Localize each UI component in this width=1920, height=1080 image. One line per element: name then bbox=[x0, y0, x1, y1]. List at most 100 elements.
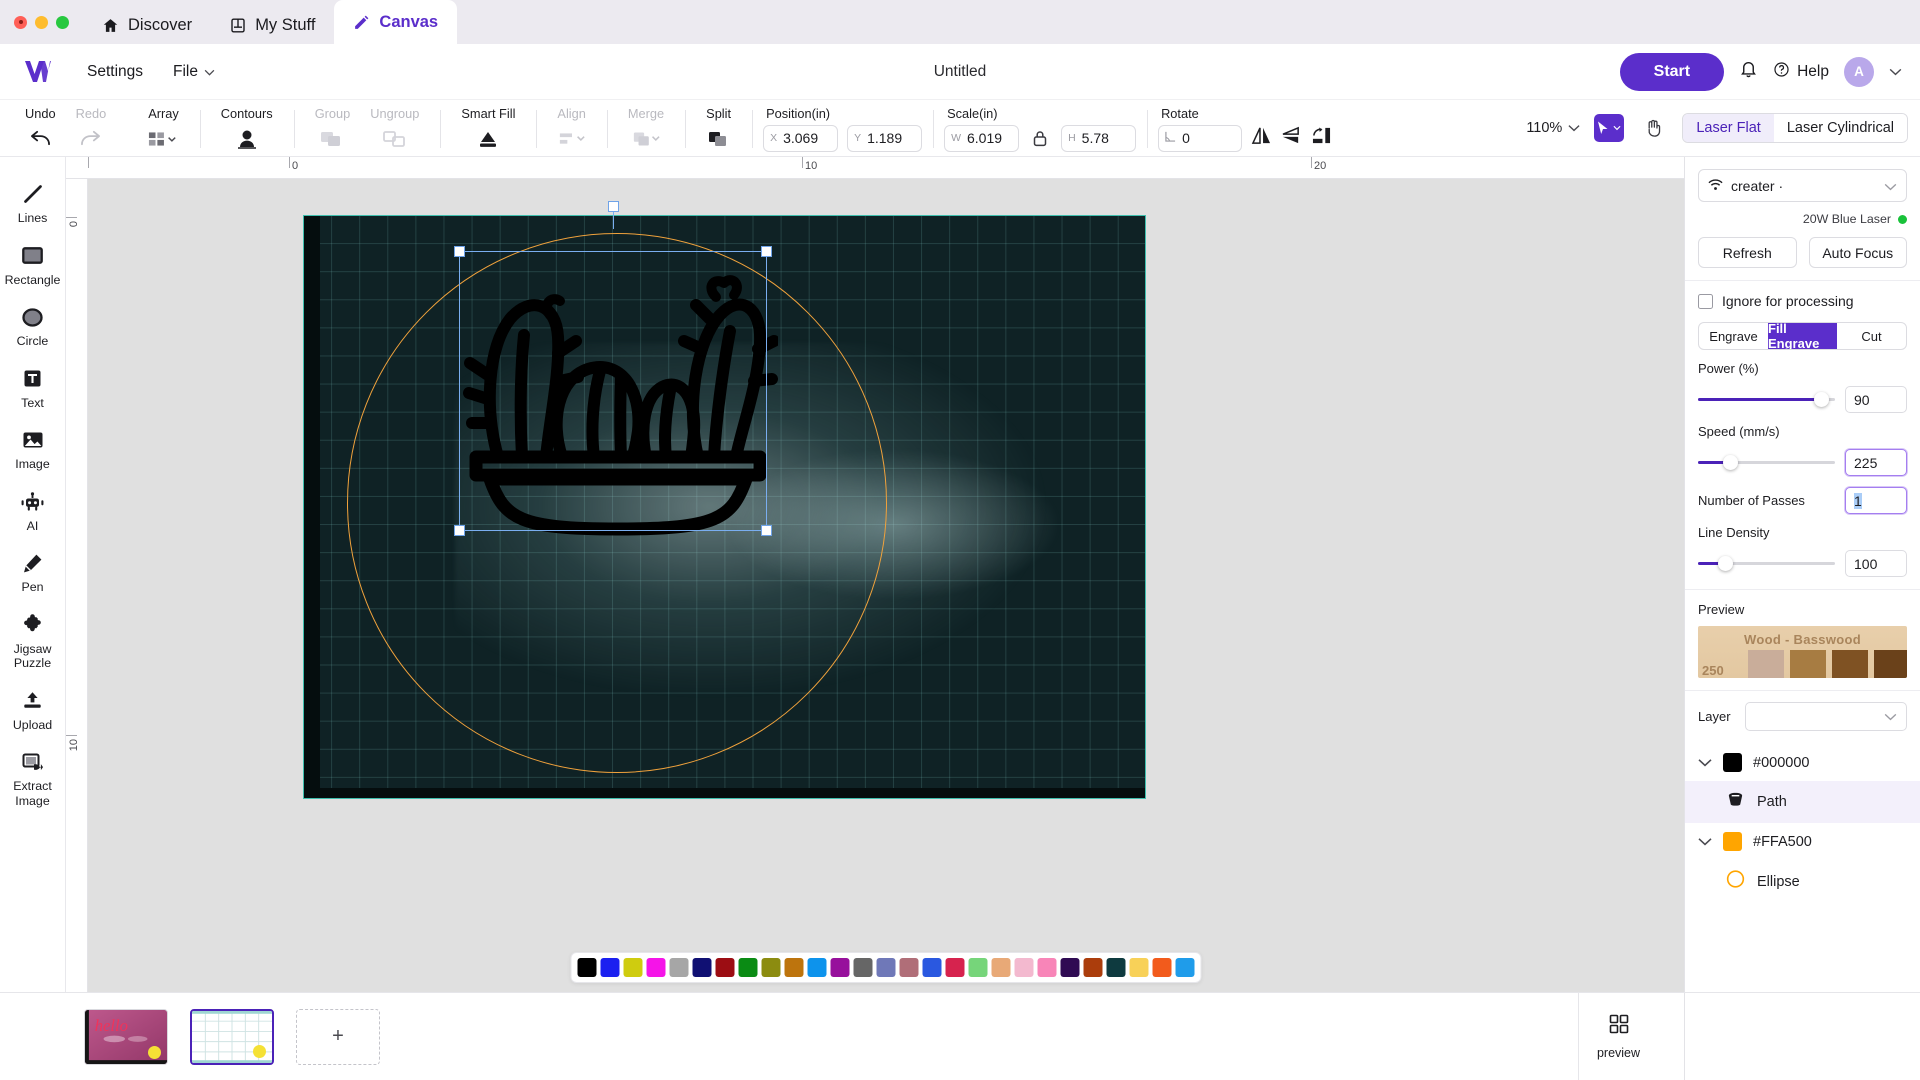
power-value-input[interactable]: 90 bbox=[1845, 386, 1907, 413]
split-button[interactable]: Split bbox=[696, 100, 741, 153]
layer-group-black[interactable]: #000000 bbox=[1685, 744, 1920, 781]
maximize-window-button[interactable] bbox=[56, 15, 69, 29]
color-swatch[interactable] bbox=[669, 958, 689, 977]
flip-horizontal-icon[interactable] bbox=[1251, 126, 1272, 150]
layer-group-orange[interactable]: #FFA500 bbox=[1685, 823, 1920, 860]
tab-my-stuff[interactable]: My Stuff bbox=[211, 6, 334, 44]
color-swatch[interactable] bbox=[761, 958, 781, 977]
menu-settings[interactable]: Settings bbox=[74, 56, 156, 88]
selection-handle-top-right[interactable] bbox=[761, 246, 772, 257]
rotate-angle-field[interactable]: 0 bbox=[1158, 124, 1243, 152]
smart-fill-button[interactable]: Smart Fill bbox=[451, 100, 525, 153]
color-swatch[interactable] bbox=[623, 958, 643, 977]
refresh-button[interactable]: Refresh bbox=[1698, 237, 1797, 268]
layer-item-path[interactable]: Path bbox=[1685, 781, 1920, 823]
color-swatch[interactable] bbox=[830, 958, 850, 977]
account-chevron-down-icon[interactable] bbox=[1889, 63, 1902, 81]
speed-value-input[interactable]: 225 bbox=[1845, 449, 1907, 476]
group-button[interactable]: Group bbox=[305, 100, 361, 153]
color-swatch[interactable] bbox=[968, 958, 988, 977]
color-swatch[interactable] bbox=[715, 958, 735, 977]
line-density-slider[interactable] bbox=[1698, 556, 1835, 571]
ignore-for-processing-row[interactable]: Ignore for processing bbox=[1698, 293, 1907, 309]
layer-item-ellipse[interactable]: Ellipse bbox=[1685, 860, 1920, 903]
mode-cut[interactable]: Cut bbox=[1837, 323, 1906, 349]
color-swatch[interactable] bbox=[1037, 958, 1057, 977]
selection-handle-top-left[interactable] bbox=[454, 246, 465, 257]
rotate-90-icon[interactable] bbox=[1311, 126, 1332, 150]
speed-slider[interactable] bbox=[1698, 455, 1835, 470]
color-swatch[interactable] bbox=[577, 958, 597, 977]
color-swatch[interactable] bbox=[1129, 958, 1149, 977]
start-button[interactable]: Start bbox=[1619, 52, 1725, 91]
power-slider[interactable] bbox=[1698, 392, 1835, 407]
undo-button[interactable]: Undo bbox=[15, 100, 66, 153]
lock-icon[interactable] bbox=[1028, 130, 1052, 147]
material-preview-image[interactable]: Wood - Basswood 250 bbox=[1698, 626, 1907, 678]
color-swatch[interactable] bbox=[876, 958, 896, 977]
line-density-value-input[interactable]: 100 bbox=[1845, 550, 1907, 577]
zoom-level-control[interactable]: 110% bbox=[1526, 120, 1580, 136]
vertical-ruler[interactable]: 0 10 bbox=[66, 179, 88, 992]
close-window-button[interactable] bbox=[14, 15, 27, 29]
tab-discover[interactable]: Discover bbox=[83, 6, 211, 44]
merge-button[interactable]: Merge bbox=[618, 100, 674, 153]
auto-focus-button[interactable]: Auto Focus bbox=[1808, 237, 1907, 268]
mode-engrave[interactable]: Engrave bbox=[1699, 323, 1768, 349]
color-swatch[interactable] bbox=[991, 958, 1011, 977]
tool-ai[interactable]: AI bbox=[0, 483, 66, 541]
color-swatch[interactable] bbox=[1152, 958, 1172, 977]
minimize-window-button[interactable] bbox=[35, 15, 48, 29]
tool-text[interactable]: Text bbox=[0, 360, 66, 418]
ungroup-button[interactable]: Ungroup bbox=[360, 100, 429, 153]
power-slider-knob[interactable] bbox=[1814, 392, 1830, 407]
tool-extract-image[interactable]: Extract Image bbox=[0, 743, 66, 815]
menu-file[interactable]: File bbox=[160, 56, 228, 88]
preview-button[interactable]: preview bbox=[1578, 993, 1658, 1080]
line-density-slider-knob[interactable] bbox=[1718, 556, 1734, 571]
project-thumbnail-cactus[interactable] bbox=[190, 1008, 274, 1065]
redo-button[interactable]: Redo bbox=[66, 100, 117, 153]
tool-image[interactable]: Image bbox=[0, 421, 66, 479]
speed-slider-knob[interactable] bbox=[1722, 455, 1738, 470]
canvas-stage[interactable] bbox=[88, 179, 1684, 992]
color-swatch[interactable] bbox=[945, 958, 965, 977]
scale-width-field[interactable]: W 6.019 bbox=[944, 124, 1020, 152]
cursor-select-icon[interactable] bbox=[1594, 114, 1625, 142]
device-selector[interactable]: creater · bbox=[1698, 169, 1907, 202]
hand-pan-icon[interactable] bbox=[1638, 114, 1668, 142]
project-thumbnail-hello[interactable]: hello bbox=[84, 1008, 168, 1065]
color-swatch[interactable] bbox=[1083, 958, 1103, 977]
color-swatch[interactable] bbox=[692, 958, 712, 977]
ignore-checkbox[interactable] bbox=[1698, 293, 1713, 309]
selection-handle-bottom-right[interactable] bbox=[761, 525, 772, 536]
view-mode-laser-cylindrical[interactable]: Laser Cylindrical bbox=[1773, 114, 1907, 142]
notification-bell-icon[interactable] bbox=[1739, 59, 1758, 84]
color-swatch[interactable] bbox=[899, 958, 919, 977]
tool-upload[interactable]: Upload bbox=[0, 682, 66, 740]
color-swatch[interactable] bbox=[853, 958, 873, 977]
add-project-button[interactable]: + bbox=[296, 1008, 380, 1065]
align-button[interactable]: Align bbox=[547, 100, 595, 153]
laser-bed[interactable] bbox=[303, 201, 1146, 799]
tool-jigsaw-puzzle[interactable]: Jigsaw Puzzle bbox=[0, 606, 66, 678]
color-swatch[interactable] bbox=[738, 958, 758, 977]
position-x-field[interactable]: X 3.069 bbox=[763, 124, 839, 152]
view-mode-laser-flat[interactable]: Laser Flat bbox=[1683, 114, 1774, 142]
selection-handle-bottom-left[interactable] bbox=[454, 525, 465, 536]
color-swatch[interactable] bbox=[784, 958, 804, 977]
array-button[interactable]: Array bbox=[138, 100, 189, 153]
color-swatch[interactable] bbox=[807, 958, 827, 977]
passes-value-input[interactable]: 1 bbox=[1845, 487, 1907, 514]
help-button[interactable]: Help bbox=[1773, 61, 1829, 83]
flip-vertical-icon[interactable] bbox=[1281, 126, 1302, 150]
tool-rectangle[interactable]: Rectangle bbox=[0, 237, 66, 295]
tab-canvas[interactable]: Canvas bbox=[334, 0, 458, 44]
rotate-handle[interactable] bbox=[608, 201, 619, 212]
position-y-field[interactable]: Y 1.189 bbox=[847, 124, 923, 152]
chevron-down-icon[interactable] bbox=[1698, 754, 1712, 772]
color-swatch[interactable] bbox=[1060, 958, 1080, 977]
color-swatch[interactable] bbox=[1014, 958, 1034, 977]
color-swatch[interactable] bbox=[600, 958, 620, 977]
color-swatch[interactable] bbox=[922, 958, 942, 977]
